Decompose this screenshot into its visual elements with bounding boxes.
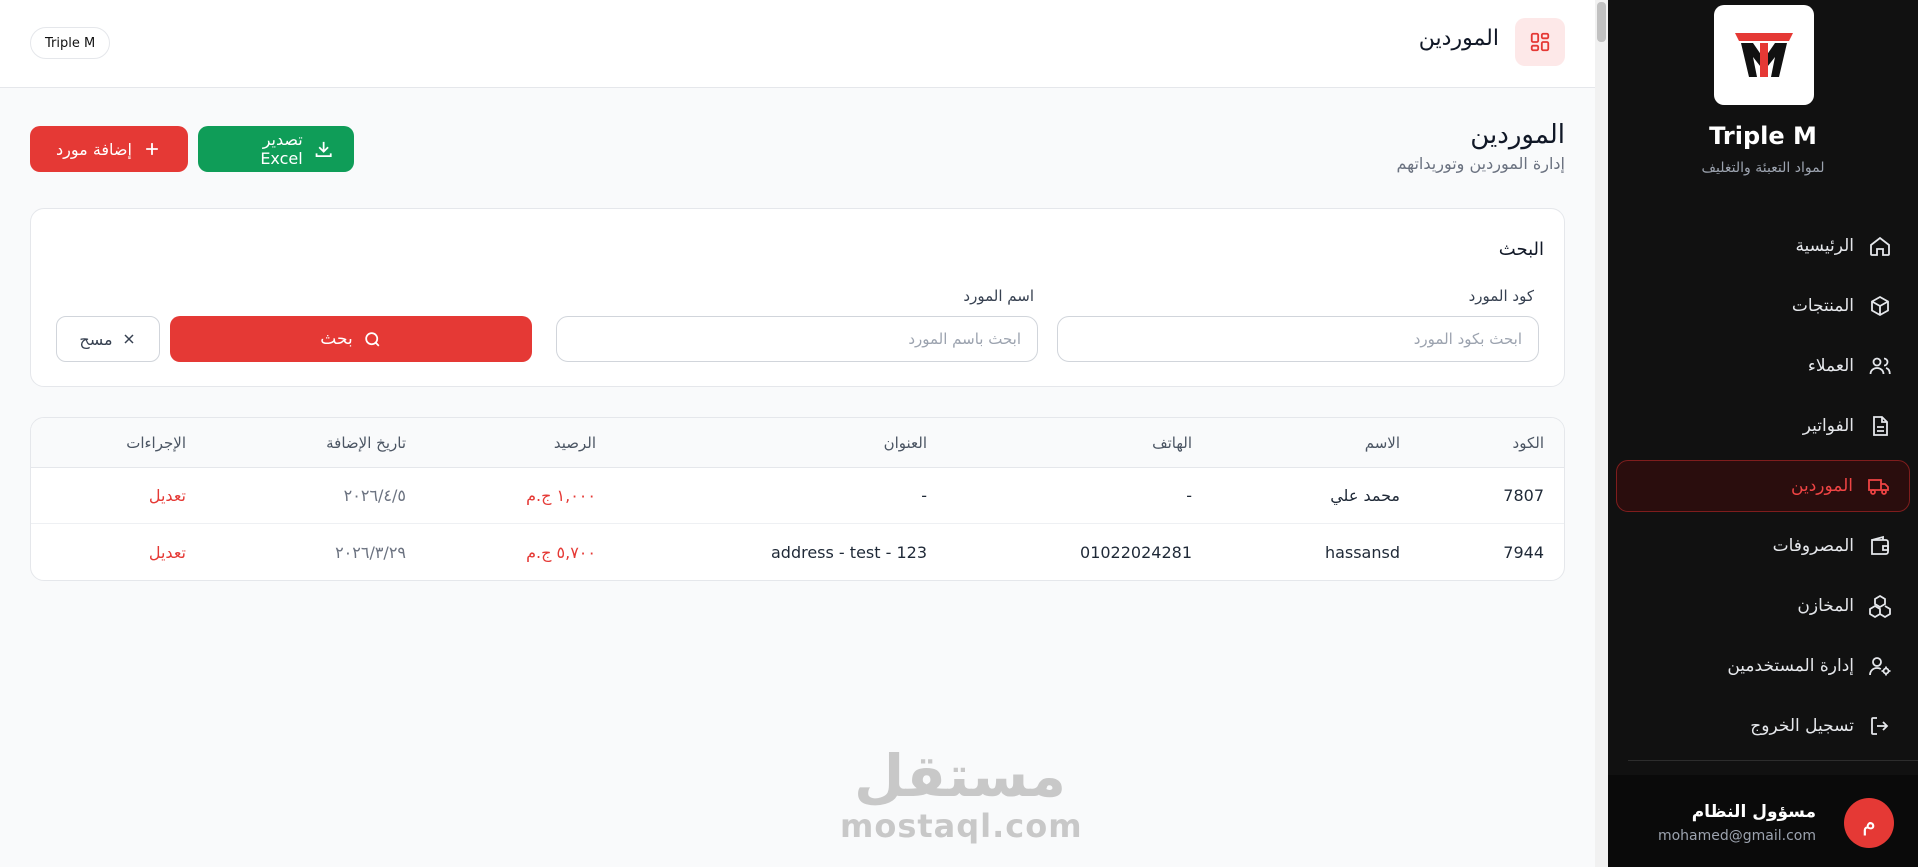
sidebar-nav: الرئيسية المنتجات العملاء الفواتير المور…: [1616, 220, 1910, 760]
watermark-arabic: مستقل: [853, 742, 1067, 810]
supplier-code-label: كود المورد: [1468, 287, 1534, 305]
cell-date: ٢٠٢٦/٣/٢٩: [335, 542, 406, 562]
export-excel-button[interactable]: تصدير Excel: [198, 126, 354, 172]
column-actions: الإجراءات: [126, 433, 186, 452]
close-icon: [124, 334, 134, 344]
cell-date: ٢٠٢٦/٤/٥: [343, 486, 406, 505]
page-actions: إضافة مورد تصدير Excel: [30, 126, 354, 172]
sidebar-item-user-management[interactable]: إدارة المستخدمين: [1616, 640, 1910, 692]
sidebar-item-customers[interactable]: العملاء: [1616, 340, 1910, 392]
brand-pill[interactable]: Triple M: [30, 27, 111, 59]
table-row: 7944 hassansd 01022024281 address - test…: [31, 524, 1564, 580]
clear-button-label: مسح: [79, 329, 113, 349]
export-excel-label: تصدير Excel: [260, 130, 303, 168]
sidebar-brand-name: Triple M: [1709, 122, 1817, 150]
box-icon: [1871, 295, 1889, 317]
grid-icon: [1530, 32, 1550, 52]
column-name: الاسم: [1364, 433, 1400, 452]
sidebar: Triple M لمواد التعبئة والتغليف الرئيسية…: [1608, 0, 1918, 867]
cell-phone: 01022024281: [1080, 542, 1192, 562]
watermark-latin: mostaql.com: [840, 807, 1083, 845]
sidebar-item-label: إدارة المستخدمين: [1727, 656, 1854, 676]
sidebar-item-label: الموردين: [1791, 476, 1853, 496]
column-phone: الهاتف: [1152, 433, 1192, 452]
boxes-icon: [1869, 594, 1891, 618]
cell-balance: ١,٠٠٠ ج.م: [526, 486, 596, 505]
sidebar-item-warehouses[interactable]: المخازن: [1616, 580, 1910, 632]
sidebar-item-label: الفواتير: [1802, 416, 1854, 436]
column-address: العنوان: [883, 433, 927, 452]
header-title: الموردين: [1418, 26, 1499, 51]
wallet-icon: [1871, 535, 1889, 555]
sidebar-item-logout[interactable]: تسجيل الخروج: [1616, 700, 1910, 752]
sidebar-tagline: لمواد التعبئة والتغليف: [1701, 160, 1825, 176]
sidebar-user[interactable]: م مسؤول النظام mohamed@gmail.com: [1608, 775, 1918, 867]
cell-phone: -: [1186, 486, 1192, 505]
sidebar-item-home[interactable]: الرئيسية: [1616, 220, 1910, 272]
page-title: الموردين: [1470, 120, 1565, 150]
sidebar-item-expenses[interactable]: المصروفات: [1616, 520, 1910, 572]
table-row: 7807 محمد علي - - ١,٠٠٠ ج.م ٢٠٢٦/٤/٥ تعد…: [31, 468, 1564, 524]
triple-m-logo-icon: [1735, 33, 1793, 77]
download-icon: [315, 141, 332, 157]
sidebar-item-label: تسجيل الخروج: [1750, 716, 1854, 736]
plus-icon: [146, 143, 158, 155]
main-scrollbar[interactable]: [1595, 0, 1608, 867]
sidebar-item-label: المصروفات: [1772, 536, 1854, 556]
cell-address: -: [921, 486, 927, 505]
avatar: م: [1844, 798, 1894, 848]
column-date: تاريخ الإضافة: [326, 433, 406, 452]
search-title: البحث: [1498, 239, 1544, 260]
add-supplier-label: إضافة مورد: [56, 139, 132, 159]
user-email: mohamed@gmail.com: [1657, 828, 1816, 844]
supplier-name-label: اسم المورد: [963, 287, 1034, 305]
cell-code: 7944: [1503, 542, 1544, 562]
sidebar-item-products[interactable]: المنتجات: [1616, 280, 1910, 332]
dashboard-grid-button[interactable]: [1515, 18, 1565, 66]
brand-logo: [1714, 5, 1814, 105]
clear-button[interactable]: مسح: [56, 316, 160, 362]
add-supplier-button[interactable]: إضافة مورد: [30, 126, 188, 172]
sidebar-divider: [1628, 760, 1918, 761]
table-header: الكود الاسم الهاتف العنوان الرصيد تاريخ …: [31, 418, 1564, 468]
page-heading: الموردين إدارة الموردين وتوريداتهم: [1396, 120, 1565, 173]
edit-link[interactable]: تعديل: [149, 468, 186, 523]
column-balance: الرصيد: [553, 433, 596, 452]
user-cog-icon: [1869, 657, 1891, 676]
logout-icon: [1871, 717, 1889, 735]
cell-name: محمد علي: [1330, 486, 1400, 505]
search-button-label: بحث: [320, 329, 353, 349]
sidebar-item-label: الرئيسية: [1795, 236, 1854, 256]
cell-name: hassansd: [1324, 542, 1400, 562]
sidebar-item-suppliers[interactable]: الموردين: [1616, 460, 1910, 512]
cell-code: 7807: [1503, 486, 1544, 505]
sidebar-item-label: المخازن: [1797, 596, 1854, 616]
column-code: الكود: [1512, 433, 1544, 452]
sidebar-item-invoices[interactable]: الفواتير: [1616, 400, 1910, 452]
cell-balance: ٥,٧٠٠ ج.م: [526, 542, 596, 562]
users-icon: [1869, 357, 1891, 375]
sidebar-item-label: العملاء: [1807, 356, 1854, 376]
watermark: مستقل mostaql.com: [840, 742, 1083, 845]
supplier-code-input[interactable]: ابحث بكود المورد: [1057, 316, 1539, 362]
search-card: البحث كود المورد ابحث بكود المورد اسم ال…: [30, 208, 1565, 387]
home-icon: [1870, 236, 1890, 256]
edit-link[interactable]: تعديل: [149, 524, 186, 580]
sidebar-item-label: المنتجات: [1791, 296, 1854, 316]
supplier-name-input[interactable]: ابحث باسم المورد: [556, 316, 1038, 362]
suppliers-table: الكود الاسم الهاتف العنوان الرصيد تاريخ …: [30, 417, 1565, 581]
main-content: الموردين Triple M الموردين إدارة الموردي…: [0, 0, 1595, 867]
file-icon: [1873, 416, 1888, 436]
user-name: مسؤول النظام: [1691, 802, 1816, 822]
cell-address: address - test - 123: [770, 542, 927, 562]
search-button[interactable]: بحث: [170, 316, 532, 362]
search-icon: [364, 331, 380, 346]
truck-icon: [1868, 479, 1889, 495]
page-subtitle: إدارة الموردين وتوريداتهم: [1396, 154, 1565, 173]
top-header: الموردين Triple M: [0, 0, 1595, 88]
